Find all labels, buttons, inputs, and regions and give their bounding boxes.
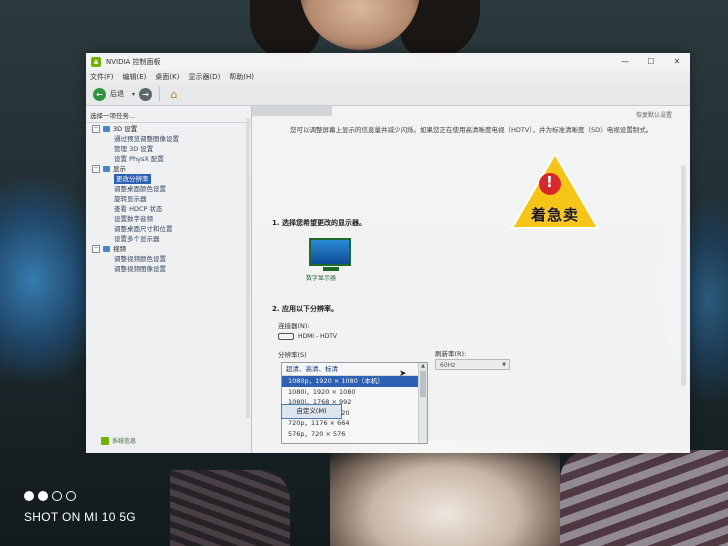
menu-help[interactable]: 帮助(H) bbox=[229, 72, 254, 82]
tree-category-3d[interactable]: −3D 设置 bbox=[92, 124, 251, 134]
refresh-rate-value: 60Hz bbox=[440, 362, 456, 369]
page-description: 您可以调整屏幕上显示的信息量并减少闪烁。如果您正在使用高清晰度电视（HDTV），… bbox=[290, 126, 653, 134]
category-display-icon bbox=[103, 166, 110, 172]
monitor-label[interactable]: 数字显示器 bbox=[306, 273, 336, 282]
warning-mark: ! bbox=[546, 173, 553, 191]
watermark-text: SHOT ON MI 10 5G bbox=[24, 510, 136, 524]
resolution-option[interactable]: 1080p，1920 × 1080（本机） bbox=[282, 376, 418, 387]
tree-item-rotate-display[interactable]: 旋转显示器 bbox=[92, 194, 251, 204]
collapse-icon[interactable]: − bbox=[92, 165, 100, 173]
display-monitor-icon[interactable] bbox=[309, 238, 353, 271]
close-button[interactable]: ✕ bbox=[664, 53, 690, 70]
menu-desktop[interactable]: 桌面(K) bbox=[155, 72, 179, 82]
window-controls: — ☐ ✕ bbox=[612, 53, 690, 70]
collapse-icon[interactable]: − bbox=[92, 245, 100, 253]
settings-pane-scrollbar[interactable] bbox=[681, 166, 686, 386]
category-video-icon bbox=[103, 246, 110, 252]
tree-item-change-resolution[interactable]: 更改分辨率 bbox=[92, 174, 251, 184]
back-button-label[interactable]: 后退 bbox=[110, 89, 124, 99]
tree-item-multiple-displays[interactable]: 设置多个显示器 bbox=[92, 234, 251, 244]
restore-defaults-link[interactable]: 恢复默认设置 bbox=[636, 110, 672, 119]
chevron-down-icon: ▼ bbox=[502, 362, 506, 368]
nvidia-control-panel-window: ▲ NVIDIA 控制面板 — ☐ ✕ 文件(F) 编辑(E) 桌面(K) 显示… bbox=[86, 53, 690, 453]
tree-item-video-image[interactable]: 调整视频图像设置 bbox=[92, 264, 251, 274]
page-header-banner bbox=[252, 106, 332, 116]
menu-display[interactable]: 显示器(D) bbox=[188, 72, 220, 82]
tree-item-desktop-size[interactable]: 调整桌面尺寸和位置 bbox=[92, 224, 251, 234]
tree-item-physx[interactable]: 设置 PhysX 配置 bbox=[92, 154, 251, 164]
category-3d-icon bbox=[103, 126, 110, 132]
history-dropdown-icon[interactable]: ▾ bbox=[132, 91, 135, 98]
background-striped-sock bbox=[560, 450, 728, 546]
title-bar[interactable]: ▲ NVIDIA 控制面板 — ☐ ✕ bbox=[86, 53, 690, 70]
tree-item-hdcp-status[interactable]: 查看 HDCP 状态 bbox=[92, 204, 251, 214]
toolbar: ← 后退 ▾ → ⌂ bbox=[86, 83, 690, 106]
system-info-label[interactable]: 系统信息 bbox=[112, 436, 136, 445]
collapse-icon[interactable]: − bbox=[92, 125, 100, 133]
monitor-stand bbox=[323, 267, 339, 271]
resolution-option[interactable]: 720p，1176 × 664 bbox=[282, 418, 427, 429]
scroll-up-icon[interactable]: ▲ bbox=[419, 363, 427, 371]
system-info-icon bbox=[101, 436, 109, 445]
camera-watermark: SHOT ON MI 10 5G bbox=[24, 491, 136, 524]
connector-text: HDMI - HDTV bbox=[298, 333, 337, 340]
camera-lens-dots bbox=[24, 491, 136, 501]
background-striped-sock-left bbox=[170, 470, 290, 546]
tree-category-video[interactable]: − 视频 bbox=[92, 244, 251, 254]
task-pane: 选择一项任务... −3D 设置 通过预览调整图像设置 管理 3D 设置 设置 … bbox=[86, 106, 252, 453]
hdmi-icon bbox=[278, 333, 294, 340]
maximize-button[interactable]: ☐ bbox=[638, 53, 664, 70]
tree-item-manage-3d-settings[interactable]: 管理 3D 设置 bbox=[92, 144, 251, 154]
toolbar-separator bbox=[159, 87, 161, 101]
tree-item-preview-image-settings[interactable]: 通过预览调整图像设置 bbox=[92, 134, 251, 144]
forward-arrow-icon[interactable]: → bbox=[139, 87, 153, 101]
menu-bar: 文件(F) 编辑(E) 桌面(K) 显示器(D) 帮助(H) bbox=[86, 70, 690, 83]
refresh-rate-select[interactable]: 60Hz ▼ bbox=[435, 359, 510, 370]
settings-pane: 恢复默认设置 您可以调整屏幕上显示的信息量并减少闪烁。如果您正在使用高清晰度电视… bbox=[252, 106, 690, 453]
step1-heading: 1. 选择您希望更改的显示器。 bbox=[272, 219, 366, 227]
scroll-thumb[interactable] bbox=[420, 371, 426, 397]
tree-category-display[interactable]: − 显示 bbox=[92, 164, 251, 174]
task-pane-header: 选择一项任务... bbox=[86, 106, 251, 123]
resolution-option[interactable]: 576p，720 × 576 bbox=[282, 429, 427, 440]
mouse-cursor-icon: ➤ bbox=[399, 369, 407, 379]
connector-label: 连接器(N): bbox=[278, 322, 310, 330]
menu-file[interactable]: 文件(F) bbox=[90, 72, 114, 82]
home-icon[interactable]: ⌂ bbox=[167, 87, 181, 101]
lens-dot-icon bbox=[52, 491, 62, 501]
sticker-text: 着急卖 bbox=[530, 206, 579, 224]
task-pane-scrollbar[interactable] bbox=[246, 118, 250, 418]
task-tree: −3D 设置 通过预览调整图像设置 管理 3D 设置 设置 PhysX 配置 −… bbox=[86, 123, 251, 274]
minimize-button[interactable]: — bbox=[612, 53, 638, 70]
lens-dot-icon bbox=[24, 491, 34, 501]
nvidia-logo-icon: ▲ bbox=[91, 56, 101, 67]
monitor-screen bbox=[309, 238, 351, 266]
back-arrow-icon[interactable]: ← bbox=[93, 87, 106, 101]
background-figure-legs bbox=[330, 440, 560, 546]
urgent-sale-sticker: ! 着急卖 bbox=[510, 152, 600, 232]
resolution-list-scrollbar[interactable]: ▲ bbox=[418, 363, 427, 443]
resolution-label: 分辨率(S) bbox=[278, 351, 307, 359]
tree-item-video-color[interactable]: 调整视频颜色设置 bbox=[92, 254, 251, 264]
step2-heading: 2. 应用以下分辨率。 bbox=[272, 305, 338, 313]
menu-edit[interactable]: 编辑(E) bbox=[123, 72, 147, 82]
window-title: NVIDIA 控制面板 bbox=[106, 57, 161, 66]
resolution-option[interactable]: 1080i，1920 × 1080 bbox=[282, 387, 427, 398]
refresh-rate-label: 刷新率(R): bbox=[435, 350, 467, 358]
lens-dot-icon bbox=[66, 491, 76, 501]
tree-item-desktop-color[interactable]: 调整桌面颜色设置 bbox=[92, 184, 251, 194]
tree-item-digital-audio[interactable]: 设置数字音频 bbox=[92, 214, 251, 224]
lens-dot-icon bbox=[38, 491, 48, 501]
connector-value: HDMI - HDTV bbox=[278, 333, 337, 340]
customize-button[interactable]: 自定义(M) bbox=[281, 404, 342, 419]
system-info-link[interactable]: 系统信息 bbox=[101, 436, 136, 445]
